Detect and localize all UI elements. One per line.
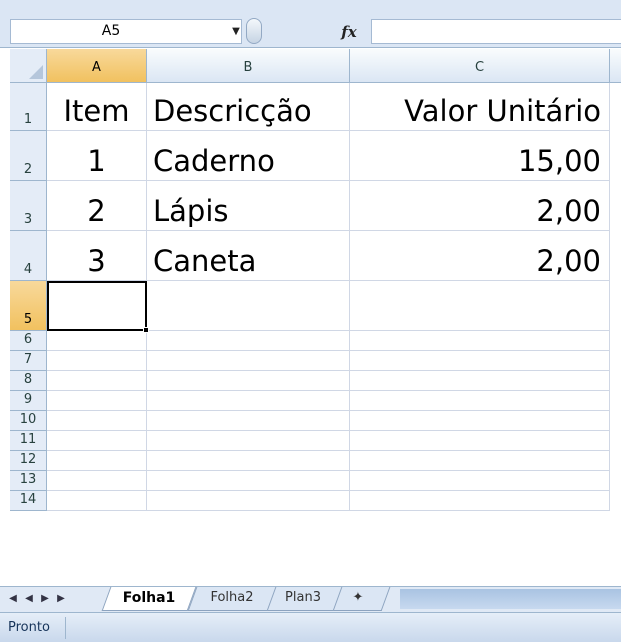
status-bar: Pronto <box>0 612 621 642</box>
tab-plan3[interactable]: Plan3 <box>263 587 343 611</box>
cell-a9[interactable] <box>47 391 147 411</box>
row-header-4[interactable]: 4 <box>10 231 47 281</box>
row-header-10[interactable]: 10 <box>10 411 47 431</box>
cell-b8[interactable] <box>147 371 350 391</box>
row-header-7[interactable]: 7 <box>10 351 47 371</box>
cell-c9[interactable] <box>350 391 610 411</box>
tab-folha2[interactable]: Folha2 <box>187 587 277 611</box>
cell-a3[interactable]: 2 <box>47 181 147 231</box>
cell-b5[interactable] <box>147 281 350 331</box>
cell-a6[interactable] <box>47 331 147 351</box>
worksheet-grid: A B C 1 2 3 4 5 6 7 8 9 10 11 12 13 14 I… <box>0 49 621 586</box>
cell-b14[interactable] <box>147 491 350 511</box>
cell-a4[interactable]: 3 <box>47 231 147 281</box>
cell-c14[interactable] <box>350 491 610 511</box>
cell-b2[interactable]: Caderno <box>147 131 350 181</box>
last-sheet-icon[interactable]: ▶ <box>54 589 68 609</box>
row-header-6[interactable]: 6 <box>10 331 47 351</box>
cell-c8[interactable] <box>350 371 610 391</box>
row-header-12[interactable]: 12 <box>10 451 47 471</box>
cell-a7[interactable] <box>47 351 147 371</box>
cell-a2[interactable]: 1 <box>47 131 147 181</box>
first-sheet-icon[interactable]: ◀ <box>6 589 20 609</box>
fill-handle[interactable] <box>143 327 149 333</box>
formula-input[interactable] <box>371 19 621 44</box>
row-header-11[interactable]: 11 <box>10 431 47 451</box>
tab-folha1[interactable]: Folha1 <box>101 587 197 611</box>
row-header-1[interactable]: 1 <box>10 83 47 131</box>
column-header-c[interactable]: C <box>350 49 610 83</box>
cell-b4[interactable]: Caneta <box>147 231 350 281</box>
cell-a11[interactable] <box>47 431 147 451</box>
formula-bar-splitter[interactable] <box>244 16 262 46</box>
cell-c5[interactable] <box>350 281 610 331</box>
column-header-b[interactable]: B <box>147 49 350 83</box>
cell-a13[interactable] <box>47 471 147 491</box>
name-box[interactable]: A5 ▼ <box>10 19 242 44</box>
column-header-d[interactable] <box>610 49 621 83</box>
chevron-down-icon[interactable]: ▼ <box>229 20 243 43</box>
cell-b12[interactable] <box>147 451 350 471</box>
row-header-2[interactable]: 2 <box>10 131 47 181</box>
row-header-8[interactable]: 8 <box>10 371 47 391</box>
row-header-3[interactable]: 3 <box>10 181 47 231</box>
column-header-a[interactable]: A <box>47 49 147 83</box>
row-header-13[interactable]: 13 <box>10 471 47 491</box>
cell-b6[interactable] <box>147 331 350 351</box>
cell-c13[interactable] <box>350 471 610 491</box>
sheet-tab-bar: ◀ ◀ ▶ ▶ ✦ Plan3 Folha2 Folha1 <box>0 586 621 612</box>
cell-a12[interactable] <box>47 451 147 471</box>
cell-b3[interactable]: Lápis <box>147 181 350 231</box>
cell-b13[interactable] <box>147 471 350 491</box>
cell-c3[interactable]: 2,00 <box>350 181 610 231</box>
row-header-5[interactable]: 5 <box>10 281 47 331</box>
cell-b9[interactable] <box>147 391 350 411</box>
cell-b1[interactable]: Descricção <box>147 83 350 131</box>
active-cell-border <box>47 281 147 331</box>
cell-c2[interactable]: 15,00 <box>350 131 610 181</box>
cell-a8[interactable] <box>47 371 147 391</box>
row-header-14[interactable]: 14 <box>10 491 47 511</box>
cell-c7[interactable] <box>350 351 610 371</box>
cell-a10[interactable] <box>47 411 147 431</box>
cell-b10[interactable] <box>147 411 350 431</box>
status-text: Pronto <box>8 620 50 635</box>
formula-bar: A5 ▼ fx <box>0 0 621 48</box>
cell-b7[interactable] <box>147 351 350 371</box>
insert-function-button[interactable]: fx <box>330 20 368 44</box>
insert-sheet-icon: ✦ <box>352 590 364 605</box>
prev-sheet-icon[interactable]: ◀ <box>22 589 36 609</box>
next-sheet-icon[interactable]: ▶ <box>38 589 52 609</box>
cell-c12[interactable] <box>350 451 610 471</box>
cell-c1[interactable]: Valor Unitário <box>350 83 610 131</box>
cell-c10[interactable] <box>350 411 610 431</box>
select-all-button[interactable] <box>10 49 47 83</box>
cell-c4[interactable]: 2,00 <box>350 231 610 281</box>
horizontal-scrollbar[interactable] <box>400 589 621 609</box>
cell-c11[interactable] <box>350 431 610 451</box>
name-box-value: A5 <box>101 23 121 39</box>
status-divider <box>65 617 66 639</box>
cell-a1[interactable]: Item <box>47 83 147 131</box>
cell-c6[interactable] <box>350 331 610 351</box>
row-header-9[interactable]: 9 <box>10 391 47 411</box>
cell-b11[interactable] <box>147 431 350 451</box>
cell-a14[interactable] <box>47 491 147 511</box>
